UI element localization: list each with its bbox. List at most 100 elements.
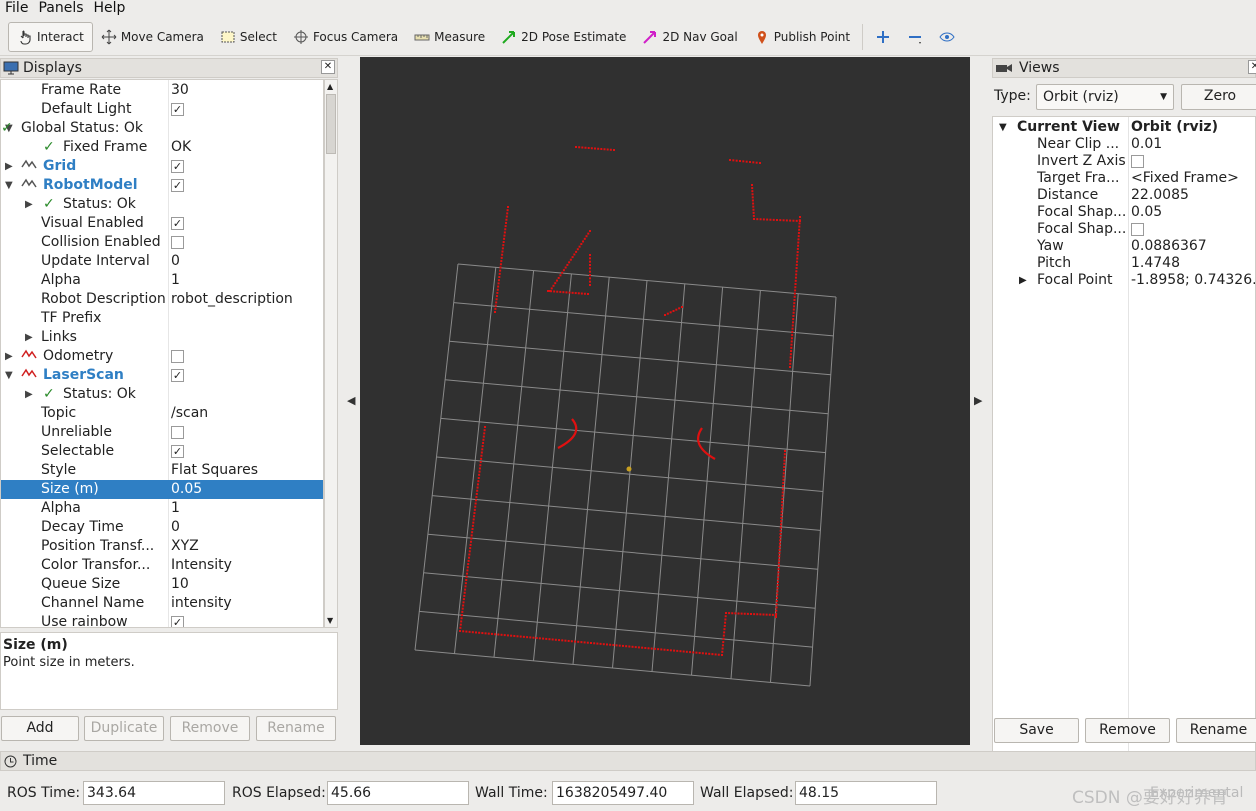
add-tool-button[interactable] (867, 22, 899, 52)
view-property-row[interactable]: ▶ Focal Point -1.8958; 0.74326... (993, 272, 1255, 289)
expand-right-icon[interactable]: ▶ (5, 157, 13, 176)
rename-display-button[interactable]: Rename (256, 716, 336, 741)
view-type-select[interactable]: Orbit (rviz) ▼ (1036, 84, 1174, 110)
view-checkbox[interactable] (1131, 155, 1144, 168)
move-camera-tool-button[interactable]: Move Camera (93, 22, 212, 52)
view-checkbox[interactable] (1131, 223, 1144, 236)
display-row[interactable]: Use rainbow ✓ (1, 613, 323, 627)
wall-time-field[interactable]: 1638205497.40 (552, 781, 694, 805)
measure-tool-button[interactable]: Measure (406, 22, 493, 52)
display-row[interactable]: Alpha 1 (1, 499, 323, 518)
expand-down-icon[interactable]: ▼ (5, 366, 13, 385)
display-row[interactable]: ✓ Fixed Frame OK (1, 138, 323, 157)
view-property-row[interactable]: Distance 22.0085 (993, 187, 1255, 204)
laser-point (739, 160, 741, 162)
display-row[interactable]: Visual Enabled ✓ (1, 214, 323, 233)
collapse-right-icon[interactable]: ▶ (974, 394, 982, 407)
expand-right-icon[interactable]: ▶ (25, 328, 33, 347)
scene-canvas[interactable] (360, 57, 970, 745)
display-checkbox[interactable]: ✓ (171, 103, 184, 116)
display-row[interactable]: Collision Enabled (1, 233, 323, 252)
display-row[interactable]: ▶ ✓ Status: Ok (1, 385, 323, 404)
display-checkbox[interactable]: ✓ (171, 217, 184, 230)
zero-button[interactable]: Zero (1181, 84, 1256, 110)
display-row[interactable]: Position Transf... XYZ (1, 537, 323, 556)
remove-view-button[interactable]: Remove (1085, 718, 1170, 743)
expand-right-icon[interactable]: ▶ (1019, 272, 1027, 289)
display-row[interactable]: ▶ Odometry (1, 347, 323, 366)
menu-file[interactable]: File (0, 0, 33, 17)
display-row[interactable]: ▼ ✓ Global Status: Ok (1, 119, 323, 138)
display-checkbox[interactable]: ✓ (171, 369, 184, 382)
view-property-row[interactable]: Invert Z Axis (993, 153, 1255, 170)
display-row[interactable]: Unreliable (1, 423, 323, 442)
close-views-icon[interactable]: ✕ (1248, 60, 1256, 74)
wall-elapsed-field[interactable]: 48.15 (795, 781, 937, 805)
display-row[interactable]: Alpha 1 (1, 271, 323, 290)
view-property-row[interactable]: Target Fra... <Fixed Frame> (993, 170, 1255, 187)
rename-view-button[interactable]: Rename (1176, 718, 1256, 743)
publish-point-tool-button[interactable]: Publish Point (746, 22, 858, 52)
render-viewport[interactable] (360, 57, 970, 745)
display-row[interactable]: Frame Rate 30 (1, 81, 323, 100)
display-row[interactable]: Decay Time 0 (1, 518, 323, 537)
display-checkbox[interactable]: ✓ (171, 445, 184, 458)
display-row[interactable]: Update Interval 0 (1, 252, 323, 271)
menu-panels[interactable]: Panels (33, 0, 88, 17)
select-tool-button[interactable]: Select (212, 22, 285, 52)
scroll-up-icon[interactable]: ▲ (327, 82, 333, 91)
scroll-down-icon[interactable]: ▼ (327, 616, 333, 625)
display-row[interactable]: Topic/scan (1, 404, 323, 423)
display-row[interactable]: Queue Size 10 (1, 575, 323, 594)
expand-right-icon[interactable]: ▶ (25, 385, 33, 404)
display-row[interactable]: ▼ RobotModel ✓ (1, 176, 323, 195)
display-row[interactable]: ▶ Grid ✓ (1, 157, 323, 176)
menu-help[interactable]: Help (89, 0, 131, 17)
expand-down-icon[interactable]: ▼ (5, 176, 13, 195)
ros-time-field[interactable]: 343.64 (83, 781, 225, 805)
view-property-row[interactable]: Focal Shap... 0.05 (993, 204, 1255, 221)
focus-camera-tool-button[interactable]: Focus Camera (285, 22, 406, 52)
display-row[interactable]: Size (m) 0.05 (1, 480, 323, 499)
display-row[interactable]: ▶ Links (1, 328, 323, 347)
ros-elapsed-field[interactable]: 45.66 (327, 781, 469, 805)
view-property-row[interactable]: Yaw 0.0886367 (993, 238, 1255, 255)
add-display-button[interactable]: Add (1, 716, 79, 741)
expand-down-icon[interactable]: ▼ (999, 119, 1007, 136)
remove-tool-button[interactable] (899, 22, 931, 52)
expand-right-icon[interactable]: ▶ (25, 195, 33, 214)
display-checkbox[interactable]: ✓ (171, 616, 184, 627)
display-checkbox[interactable] (171, 426, 184, 439)
remove-display-button[interactable]: Remove (170, 716, 250, 741)
display-checkbox[interactable] (171, 236, 184, 249)
close-icon[interactable]: ✕ (321, 60, 335, 74)
pose-estimate-label: 2D Pose Estimate (521, 29, 627, 44)
display-row[interactable]: ▶ ✓ Status: Ok (1, 195, 323, 214)
panels-visibility-button[interactable] (931, 22, 963, 52)
interact-tool-button[interactable]: Interact (8, 21, 93, 52)
current-view-row[interactable]: ▼ Current View Orbit (rviz) (993, 119, 1255, 136)
laser-point (516, 635, 519, 638)
view-property-row[interactable]: Pitch 1.4748 (993, 255, 1255, 272)
expand-right-icon[interactable]: ▶ (5, 347, 13, 366)
nav-goal-tool-button[interactable]: 2D Nav Goal (634, 22, 745, 52)
view-property-row[interactable]: Near Clip ... 0.01 (993, 136, 1255, 153)
display-checkbox[interactable] (171, 350, 184, 363)
display-row[interactable]: Channel Name intensity (1, 594, 323, 613)
display-row[interactable]: Default Light ✓ (1, 100, 323, 119)
displays-scrollbar[interactable]: ▲ ▼ (324, 79, 338, 628)
display-row[interactable]: Color Transfor... Intensity (1, 556, 323, 575)
view-property-row[interactable]: Focal Shap... (993, 221, 1255, 238)
pose-estimate-tool-button[interactable]: 2D Pose Estimate (493, 22, 634, 52)
display-checkbox[interactable]: ✓ (171, 160, 184, 173)
scrollbar-thumb[interactable] (326, 94, 336, 154)
display-row[interactable]: Style Flat Squares (1, 461, 323, 480)
duplicate-display-button[interactable]: Duplicate (84, 716, 164, 741)
collapse-left-icon[interactable]: ◀ (347, 394, 355, 407)
display-row[interactable]: ▼ LaserScan ✓ (1, 366, 323, 385)
display-checkbox[interactable]: ✓ (171, 179, 184, 192)
save-view-button[interactable]: Save (994, 718, 1079, 743)
display-row[interactable]: TF Prefix (1, 309, 323, 328)
display-row[interactable]: Selectable ✓ (1, 442, 323, 461)
display-row[interactable]: Robot Description robot_description (1, 290, 323, 309)
